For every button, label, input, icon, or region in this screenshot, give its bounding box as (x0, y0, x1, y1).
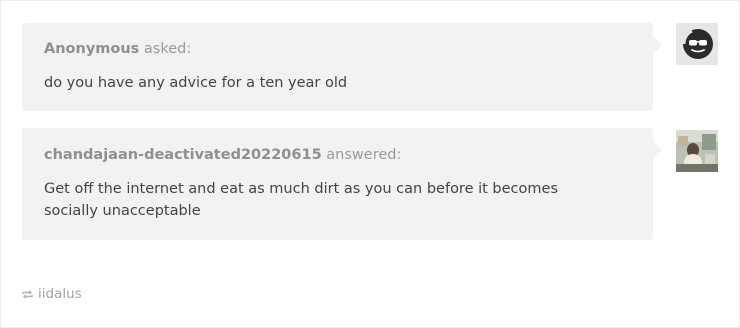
answer-text: Get off the internet and eat as much dir… (44, 181, 558, 219)
question-bubble: Anonymous asked: do you have any advice … (22, 23, 662, 111)
answer-byline: chandajaan-deactivated20220615 answered: (44, 146, 401, 164)
question-text: do you have any advice for a ten year ol… (44, 75, 348, 91)
reblog-source[interactable]: iidalus (21, 285, 82, 303)
answerer-name[interactable]: chandajaan-deactivated20220615 (44, 147, 322, 163)
asker-name[interactable]: Anonymous (44, 41, 139, 57)
anonymous-avatar (676, 23, 718, 65)
reblog-username[interactable]: iidalus (38, 285, 82, 303)
user-photo-avatar (676, 130, 718, 172)
answered-label: answered: (326, 147, 402, 163)
question-byline: Anonymous asked: (44, 40, 191, 58)
answerer-avatar[interactable] (676, 130, 718, 172)
asked-label: asked: (143, 41, 192, 57)
answer-bubble: chandajaan-deactivated20220615 answered:… (22, 128, 662, 240)
reblog-icon (22, 289, 33, 299)
anonymous-sunglasses-icon (676, 23, 718, 65)
